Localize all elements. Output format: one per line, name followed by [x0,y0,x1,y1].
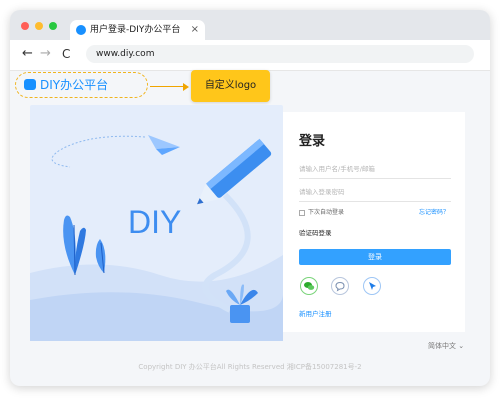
logo-text: DIY办公平台 [40,78,109,92]
language-selector[interactable]: 简体中文 ⌄ [428,341,464,351]
maximize-window-dot[interactable] [49,22,57,30]
custom-logo-badge: 自定义logo [191,70,270,102]
browser-tab[interactable]: 用户登录-DIY办公平台 × [70,20,205,40]
tab-title: 用户登录-DIY办公平台 [90,25,181,35]
annotation-arrow-head [183,83,189,91]
username-input[interactable]: 请输入用户名/手机号/邮箱 [299,160,451,179]
address-bar: ← → C www.diy.com [10,40,490,71]
forward-arrow-icon[interactable]: → [40,47,51,61]
logo-icon [24,79,36,90]
password-input[interactable]: 请输入登录密码 [299,183,451,202]
tab-close-icon[interactable]: × [191,20,199,40]
login-card: 登录 请输入用户名/手机号/邮箱 请输入登录密码 下次自动登录 忘记密码？ 验证… [283,112,465,332]
annotation-arrow [150,86,184,87]
illustration-text: DIY [128,204,181,240]
remember-me-label: 下次自动登录 [308,209,345,216]
login-button[interactable]: 登录 [299,249,451,265]
favicon-icon [76,25,86,35]
login-title: 登录 [299,134,326,149]
illustration-panel: DIY [30,105,283,341]
illustration-graphic: DIY [30,135,283,341]
wechat-login-icon[interactable] [300,277,318,295]
forgot-password-link[interactable]: 忘记密码？ [419,209,449,217]
checkbox-icon[interactable] [299,209,305,216]
minimize-window-dot[interactable] [35,22,43,30]
close-window-dot[interactable] [21,22,29,30]
register-link[interactable]: 新用户注册 [299,308,332,318]
remember-me-checkbox[interactable]: 下次自动登录 [299,209,344,217]
reload-icon[interactable]: C [62,47,70,61]
cursor-login-icon[interactable] [363,277,381,295]
footer-copyright: Copyright DIY 办公平台All Rights Reserved 湘I… [138,363,362,371]
title-bar: 用户登录-DIY办公平台 × [10,10,490,40]
chat-login-icon[interactable] [331,277,349,295]
site-logo[interactable]: DIY办公平台 [15,72,148,98]
url-field[interactable]: www.diy.com [86,45,474,63]
sms-login-link[interactable]: 验证码登录 [299,227,332,237]
back-arrow-icon[interactable]: ← [22,47,33,61]
